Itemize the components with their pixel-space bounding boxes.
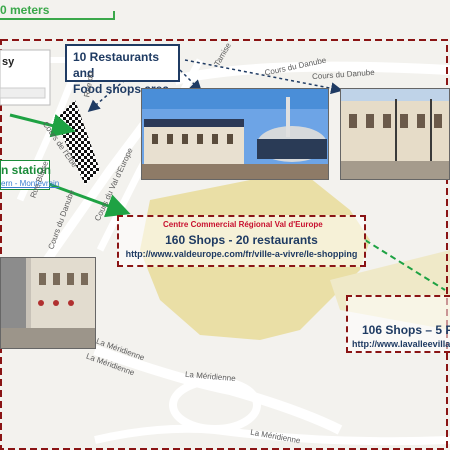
outlet-info-box: 106 Shops – 5 Fo http://www.lavalleevill… (346, 295, 450, 353)
mall-brand: Centre Commercial Régional Val d'Europe (163, 220, 323, 229)
road-meridienne (93, 345, 343, 435)
mall-url-link[interactable]: http://www.valdeurope.com/fr/ville-a-viv… (119, 249, 364, 259)
mall-headline: 160 Shops - 20 restaurants (165, 233, 318, 247)
scale-tick (113, 11, 115, 20)
scale-label: 0 meters (0, 3, 50, 17)
photo-disney-village (141, 88, 329, 180)
header-fragment: sy (2, 56, 15, 68)
station-links[interactable]: ern - Montevrain (1, 179, 59, 188)
photo-station-street (0, 257, 96, 349)
food-area-callout: 10 Restaurants and Food shops area (65, 44, 180, 96)
outlet-headline: 106 Shops – 5 Fo (362, 323, 450, 337)
outlet-url-link[interactable]: http://www.lavalleevillag (348, 339, 450, 349)
mall-info-box: Centre Commercial Régional Val d'Europe … (117, 215, 366, 267)
photo-square (340, 88, 450, 180)
scale-bar (0, 18, 115, 20)
